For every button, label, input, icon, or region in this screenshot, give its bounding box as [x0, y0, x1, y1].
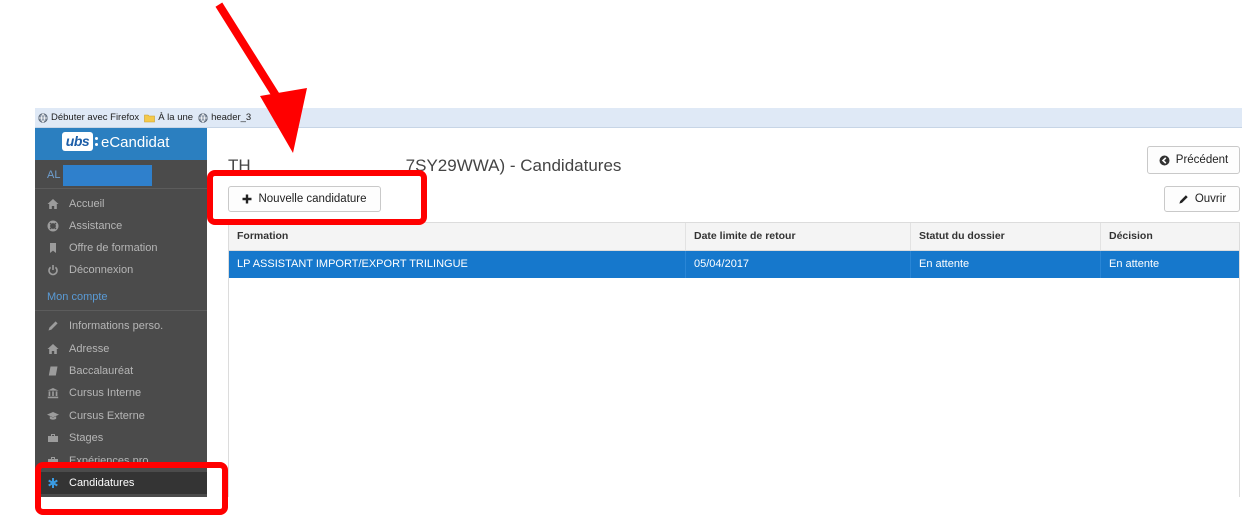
user-info: AL: [35, 165, 207, 187]
plus-icon: [242, 194, 252, 204]
university-icon: [47, 388, 59, 399]
sidebar-item-label: Adresse: [69, 342, 110, 355]
cell-formation: LP ASSISTANT IMPORT/EXPORT TRILINGUE: [229, 251, 686, 278]
ouvrir-button-label: Ouvrir: [1194, 193, 1227, 205]
bookmark-a-la-une[interactable]: À la une: [144, 112, 193, 123]
sidebar-brand[interactable]: ubs eCandidat: [35, 128, 207, 160]
sidebar-item-label: Assistance: [69, 220, 123, 232]
bookmark-label: Débuter avec Firefox: [51, 112, 140, 123]
user-name-redaction: [63, 165, 152, 186]
account-menu: Informations perso. Adresse Baccalauréat…: [35, 315, 207, 495]
lifebuoy-icon: [47, 220, 59, 232]
home-icon: [47, 199, 59, 209]
asterisk-icon: [48, 477, 58, 488]
precedent-button-label: Précédent: [1175, 154, 1229, 166]
cell-date-limite: 05/04/2017: [686, 251, 911, 278]
cell-decision: En attente: [1109, 258, 1160, 270]
sidebar-item-label: Offre de formation: [69, 242, 158, 254]
sidebar-item-assistance[interactable]: Assistance: [35, 215, 207, 237]
circle-arrow-left-icon: [1159, 155, 1170, 165]
folder-icon: [144, 114, 155, 122]
globe-icon: [38, 112, 48, 123]
sidebar-item-label: Accueil: [69, 198, 105, 210]
sidebar-item-experiences-pro[interactable]: Expériences pro: [35, 449, 207, 471]
nouvelle-candidature-label: Nouvelle candidature: [258, 193, 367, 205]
power-icon: [48, 265, 58, 276]
bookmarks-toolbar: Débuter avec Firefox À la une header_3: [35, 108, 1242, 128]
bookmark-icon: [50, 243, 56, 253]
sidebar-item-adresse[interactable]: Adresse: [35, 337, 207, 359]
graduation-cap-icon: [47, 411, 59, 420]
column-header-decision[interactable]: Décision: [1101, 223, 1239, 250]
bookmark-label: header_3: [211, 112, 252, 123]
sidebar-item-label: Cursus Interne: [69, 387, 142, 400]
user-initials: AL: [47, 169, 61, 181]
home-icon: [47, 343, 59, 354]
column-header-date-limite[interactable]: Date limite de retour: [686, 223, 911, 250]
sidebar-item-label: Informations perso.: [69, 320, 164, 333]
sidebar-item-cursus-externe[interactable]: Cursus Externe: [35, 405, 207, 427]
candidatures-table: Formation Date limite de retour Statut d…: [228, 222, 1240, 497]
column-header-statut[interactable]: Statut du dossier: [911, 223, 1101, 250]
sidebar-item-label: Candidatures: [69, 476, 135, 489]
app-name: eCandidat: [101, 134, 170, 151]
sidebar-item-candidatures[interactable]: Candidatures: [35, 471, 207, 495]
title-redaction: [250, 155, 406, 177]
bookmark-debuter-firefox[interactable]: Débuter avec Firefox: [38, 112, 139, 123]
sidebar-item-label: Baccalauréat: [69, 364, 134, 377]
sidebar-item-informations-perso[interactable]: Informations perso.: [35, 315, 207, 337]
bookmark-label: À la une: [158, 112, 194, 123]
divider: [35, 310, 207, 311]
sidebar-item-label: Cursus Externe: [69, 409, 145, 422]
page-title-prefix: TH: [228, 156, 251, 175]
precedent-button[interactable]: Précédent: [1147, 146, 1240, 174]
globe-icon: [198, 112, 208, 123]
annotation-arrow-shaft: [215, 2, 286, 108]
ubs-logo: ubs: [62, 132, 93, 151]
pencil-icon: [1179, 194, 1188, 204]
divider: [35, 188, 207, 189]
sidebar-item-deconnexion[interactable]: Déconnexion: [35, 259, 207, 281]
table-row[interactable]: LP ASSISTANT IMPORT/EXPORT TRILINGUE 05/…: [229, 251, 1239, 278]
briefcase-icon: [48, 456, 58, 465]
sidebar-item-label: Stages: [69, 432, 104, 445]
ouvrir-button[interactable]: Ouvrir: [1164, 186, 1240, 212]
table-header: Formation Date limite de retour Statut d…: [229, 223, 1239, 251]
pencil-icon: [48, 321, 58, 331]
cell-statut: En attente: [911, 251, 1101, 278]
page-title-suffix: 7SY29WWA) - Candidatures: [405, 156, 622, 175]
sidebar-item-stages[interactable]: Stages: [35, 427, 207, 449]
sidebar-item-offre-formation[interactable]: Offre de formation: [35, 237, 207, 259]
main-menu: Accueil Assistance Offre de formation Dé…: [35, 193, 207, 281]
book-icon: [48, 366, 58, 376]
page-title: TH 7SY29WWA) - Candidatures: [228, 155, 621, 177]
column-header-formation[interactable]: Formation: [229, 223, 686, 250]
sidebar-item-baccalaureat[interactable]: Baccalauréat: [35, 360, 207, 382]
sidebar-item-label: Déconnexion: [69, 264, 134, 276]
nouvelle-candidature-button[interactable]: Nouvelle candidature: [228, 186, 381, 212]
section-mon-compte: Mon compte: [47, 291, 108, 303]
screenshot-root: Débuter avec Firefox À la une header_3 u…: [0, 0, 1242, 517]
logo-colon-mark: [95, 137, 98, 149]
sidebar-item-cursus-interne[interactable]: Cursus Interne: [35, 382, 207, 404]
briefcase-icon: [48, 434, 58, 443]
sidebar-item-label: Expériences pro: [69, 454, 149, 467]
bookmark-header-3[interactable]: header_3: [198, 112, 251, 123]
sidebar: ubs eCandidat AL Accueil Assistance Offr…: [35, 128, 207, 497]
sidebar-item-accueil[interactable]: Accueil: [35, 193, 207, 215]
